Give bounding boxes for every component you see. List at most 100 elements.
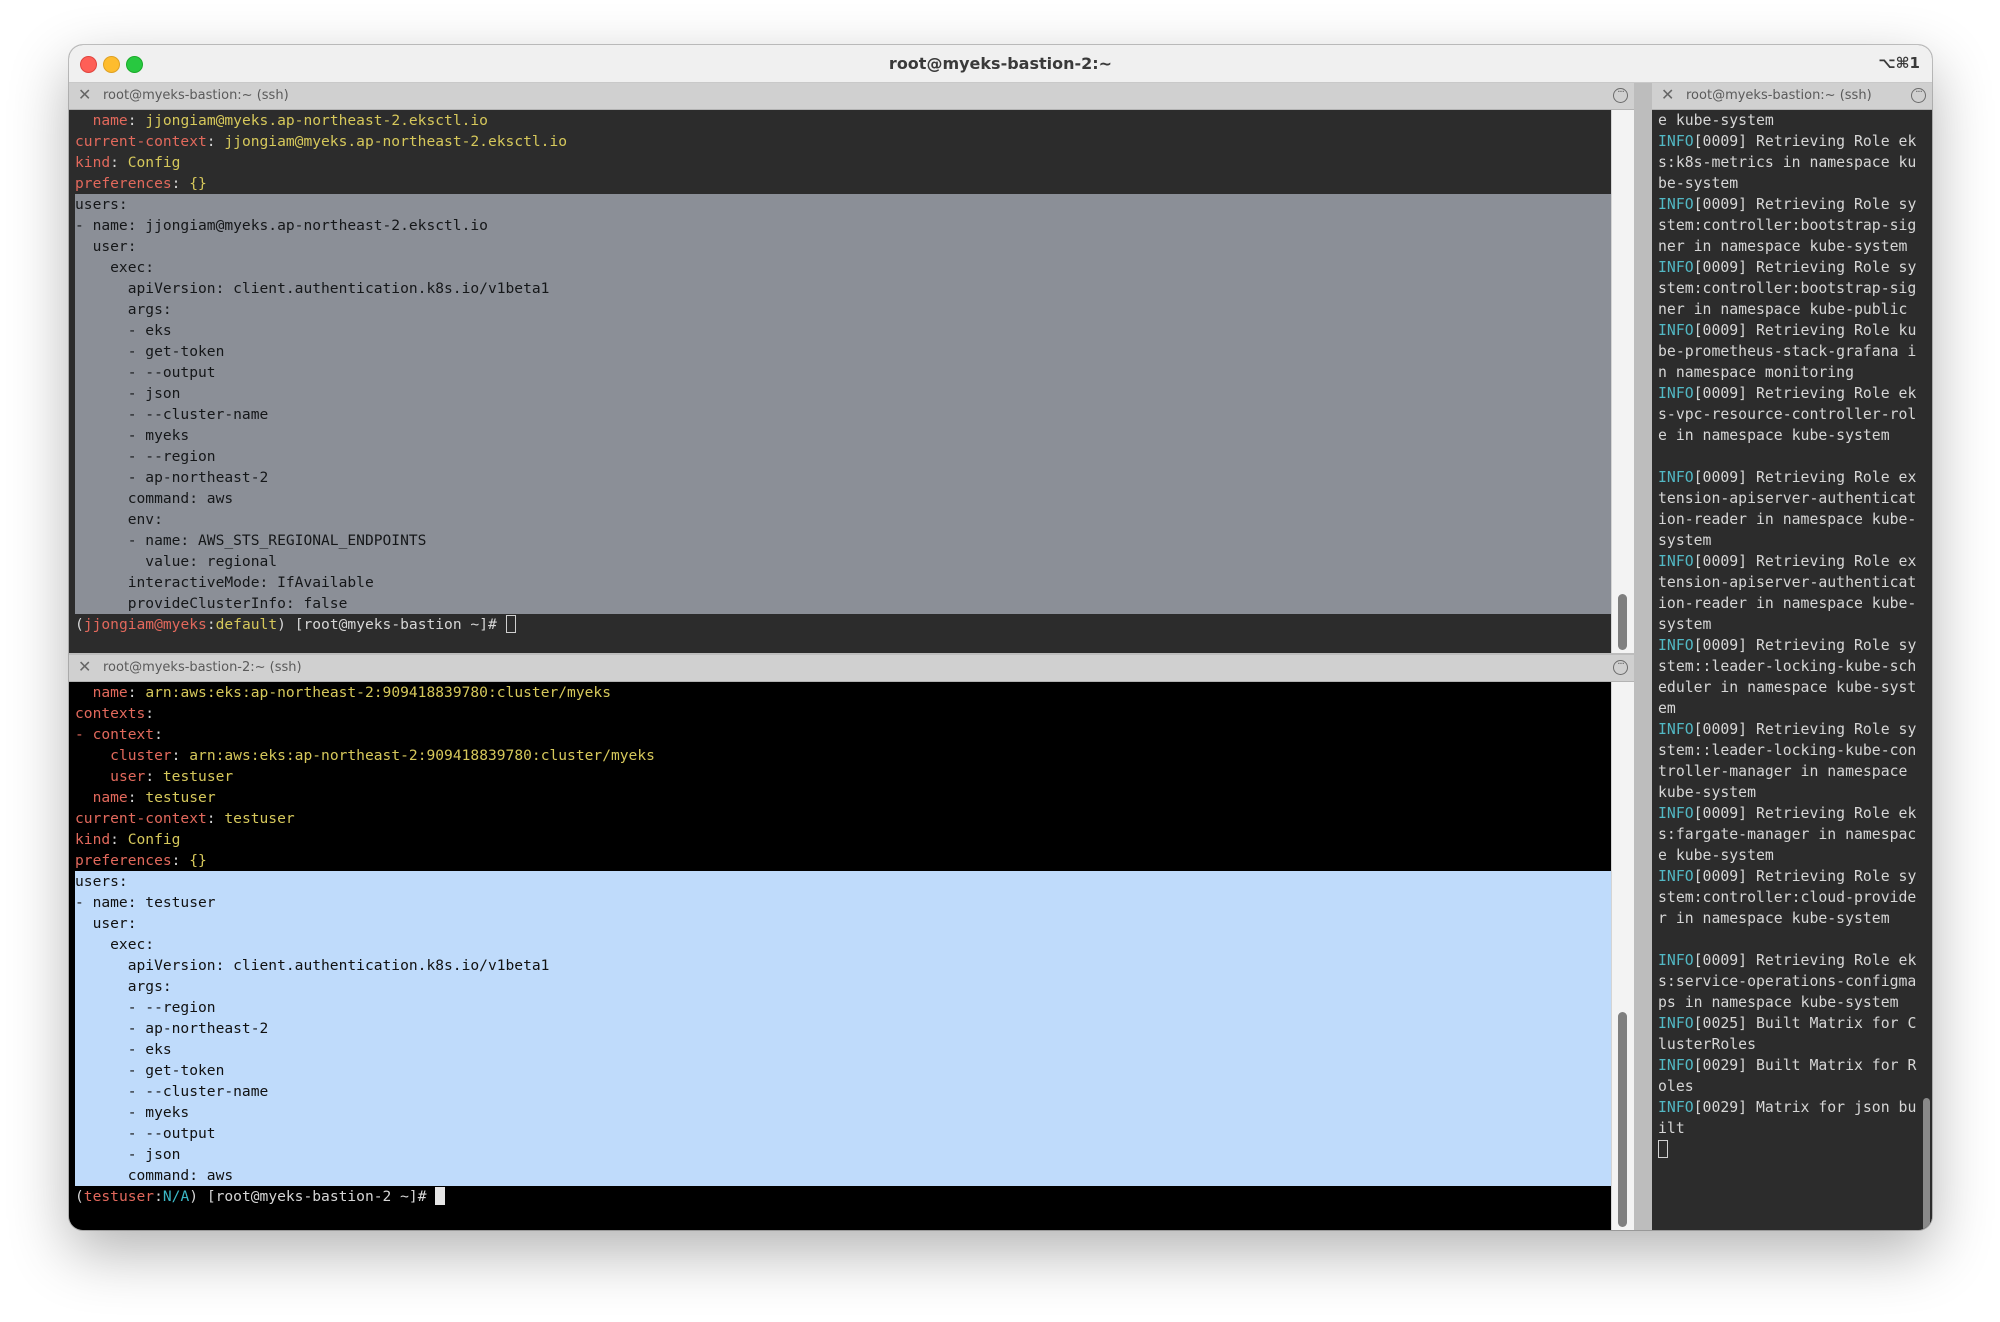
terminal-line: INFO[0009] Retrieving Role eks:fargate-m… (1658, 803, 1922, 866)
terminal-line: e kube-system (1658, 110, 1922, 131)
terminal-text: name: jjongiam@myeks.ap-northeast-2.eksc… (75, 110, 1634, 635)
terminal-text-segment: INFO (1658, 469, 1694, 486)
terminal-output[interactable]: name: arn:aws:eks:ap-northeast-2:9094188… (69, 682, 1634, 1230)
terminal-text-segment: INFO (1658, 1057, 1694, 1074)
terminal-line (1658, 929, 1922, 950)
close-pane-icon[interactable]: ✕ (78, 85, 91, 104)
terminal-line: - ap-northeast-2 (75, 1018, 1634, 1039)
terminal-line: - name: testuser (75, 892, 1634, 913)
terminal-text-segment: - --cluster-name (75, 406, 269, 423)
more-options-icon[interactable]: ··· (1911, 88, 1926, 103)
pane-top-left[interactable]: ✕ root@myeks-bastion:~ (ssh) ··· name: j… (69, 83, 1634, 653)
scrollbar[interactable] (1611, 682, 1634, 1230)
terminal-text-segment: INFO (1658, 196, 1694, 213)
terminal-text-segment: INFO (1658, 1015, 1694, 1032)
close-pane-icon[interactable]: ✕ (78, 657, 91, 676)
terminal-text-segment: provideClusterInfo: false (75, 595, 348, 612)
close-pane-icon[interactable]: ✕ (1661, 85, 1674, 104)
terminal-text-segment: exec: (75, 259, 155, 276)
terminal-text-segment: kind (75, 831, 111, 848)
terminal-line: cluster: arn:aws:eks:ap-northeast-2:9094… (75, 745, 1634, 766)
terminal-text-segment: : (206, 616, 216, 633)
terminal-line: INFO[0029] Built Matrix for Roles (1658, 1055, 1922, 1097)
terminal-line: - json (75, 383, 1634, 404)
terminal-line: - --cluster-name (75, 1081, 1634, 1102)
terminal-line: INFO[0009] Retrieving Role system::leade… (1658, 719, 1922, 803)
pane-tab[interactable]: ✕ root@myeks-bastion:~ (ssh) ··· (1652, 83, 1932, 110)
terminal-text-segment: - name: testuser (75, 894, 216, 911)
terminal-text-segment: testuser (83, 1188, 155, 1205)
terminal-text-segment: jjongiam@myeks.ap-northeast-2.eksctl.io (224, 133, 568, 150)
pane-tab[interactable]: ✕ root@myeks-bastion:~ (ssh) ··· (69, 83, 1634, 110)
scrollbar-thumb[interactable] (1618, 1012, 1627, 1227)
terminal-text-segment: arn:aws:eks:ap-northeast-2:909418839780:… (189, 747, 655, 764)
pane-divider-right[interactable] (1636, 83, 1652, 1230)
terminal-text-segment: contexts (75, 705, 146, 722)
pane-tab-label: root@myeks-bastion:~ (ssh) (103, 88, 289, 103)
terminal-text-segment: [0009] Retrieving Role system:controller… (1658, 868, 1917, 927)
terminal-text-segment: [0009] Retrieving Role system:controller… (1658, 259, 1917, 318)
more-options-icon[interactable]: ··· (1613, 660, 1628, 675)
terminal-text-segment: : (171, 175, 190, 192)
terminal-text-segment: ) [root@myeks-bastion ~]# (277, 616, 506, 633)
terminal-text-segment: - --output (75, 1125, 216, 1142)
terminal-line: preferences: {} (75, 850, 1634, 871)
terminal-text-segment: : (127, 789, 146, 806)
pane-right[interactable]: ✕ root@myeks-bastion:~ (ssh) ··· e kube-… (1652, 83, 1932, 1230)
terminal-line: INFO[0009] Retrieving Role system:contro… (1658, 257, 1922, 320)
terminal-line: - myeks (75, 1102, 1634, 1123)
terminal-text-segment: - name: jjongiam@myeks.ap-northeast-2.ek… (75, 217, 488, 234)
terminal-text-segment: {} (189, 852, 207, 869)
terminal-text-segment: INFO (1658, 952, 1694, 969)
terminal-text: name: arn:aws:eks:ap-northeast-2:9094188… (75, 682, 1634, 1207)
terminal-text-segment: ( (75, 616, 84, 633)
pane-divider-horizontal[interactable] (69, 653, 1634, 655)
scrollbar[interactable] (1611, 110, 1634, 653)
terminal-text-segment: - --output (75, 364, 216, 381)
terminal-text-segment: [0009] Retrieving Role extension-apiserv… (1658, 553, 1917, 633)
terminal-text-segment: [0009] Retrieving Role system:controller… (1658, 196, 1917, 255)
terminal-line: - get-token (75, 341, 1634, 362)
terminal-text-segment: : (171, 747, 190, 764)
terminal-text-segment: : (110, 154, 128, 171)
terminal-text-segment: : (145, 705, 155, 722)
scrollbar-thumb[interactable] (1923, 1098, 1930, 1230)
terminal-text-segment: - eks (75, 322, 172, 339)
terminal-line: INFO[0025] Built Matrix for ClusterRoles (1658, 1013, 1922, 1055)
window-shortcut: ⌥⌘1 (1878, 54, 1920, 72)
terminal-line: users: (75, 871, 1634, 892)
scrollbar[interactable] (1920, 110, 1932, 1230)
pane-tab[interactable]: ✕ root@myeks-bastion-2:~ (ssh) ··· (69, 655, 1634, 682)
terminal-text-segment: current-context (75, 810, 207, 827)
terminal-line: - eks (75, 320, 1634, 341)
pane-bottom-left[interactable]: ✕ root@myeks-bastion-2:~ (ssh) ··· name:… (69, 655, 1634, 1230)
terminal-text-segment: apiVersion: client.authentication.k8s.io… (75, 280, 550, 297)
terminal-text-segment: - get-token (75, 343, 225, 360)
terminal-text-segment: [0029] Matrix for json built (1658, 1099, 1917, 1137)
terminal-text-segment: : (171, 852, 190, 869)
terminal-text-segment: command: aws (75, 490, 234, 507)
terminal-line: apiVersion: client.authentication.k8s.io… (75, 278, 1634, 299)
terminal-output[interactable]: e kube-system INFO[0009] Retrieving Role … (1652, 110, 1932, 1230)
terminal-output[interactable]: name: jjongiam@myeks.ap-northeast-2.eksc… (69, 110, 1634, 653)
terminal-text-segment: args: (75, 301, 172, 318)
terminal-text-segment: INFO (1658, 721, 1694, 738)
scrollbar-thumb[interactable] (1618, 594, 1627, 650)
terminal-text-segment: testuser (145, 789, 216, 806)
more-options-icon[interactable]: ··· (1613, 88, 1628, 103)
terminal-text-segment: [0009] Retrieving Role eks:service-opera… (1658, 952, 1917, 1011)
terminal-text-segment: arn:aws:eks:ap-northeast-2:909418839780:… (145, 684, 611, 701)
text-cursor (505, 615, 516, 633)
terminal-text-segment: - (75, 726, 93, 743)
terminal-line: - --region (75, 446, 1634, 467)
terminal-text-segment: INFO (1658, 553, 1694, 570)
terminal-line: provideClusterInfo: false (75, 593, 1634, 614)
terminal-text-segment: N/A (162, 1188, 190, 1205)
terminal-text-segment: name (92, 684, 128, 701)
terminal-text-segment: - json (75, 1146, 181, 1163)
terminal-line: - --cluster-name (75, 404, 1634, 425)
terminal-line: value: regional (75, 551, 1634, 572)
